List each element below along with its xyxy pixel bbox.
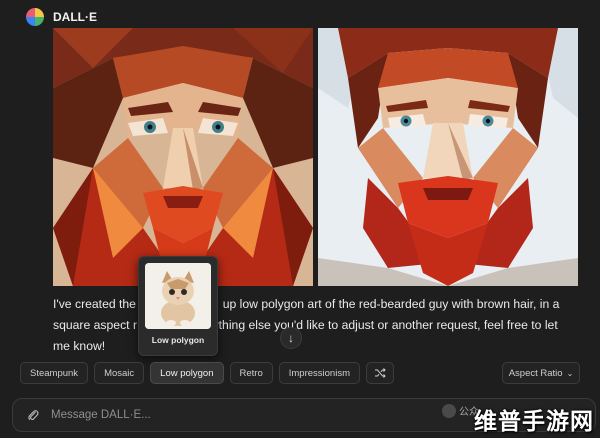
assistant-message: I've created the up low polygon art of t… <box>53 294 583 357</box>
message-input[interactable] <box>51 409 431 421</box>
kitten-preview-image <box>145 263 211 329</box>
scroll-down-button[interactable]: ↓ <box>280 327 302 349</box>
style-chip-bar: Steampunk Mosaic Low polygon Retro Impre… <box>20 362 394 384</box>
aspect-ratio-dropdown[interactable]: Aspect Ratio ⌄ <box>502 362 580 384</box>
message-line-2-start: square aspect r <box>53 318 138 332</box>
message-line-2-end: nything else you'd like to adjust or ano… <box>205 318 558 332</box>
arrow-down-icon: ↓ <box>288 331 294 345</box>
message-line-1-start: I've created the <box>53 297 136 311</box>
chip-low-polygon[interactable]: Low polygon <box>150 362 224 384</box>
wechat-icon <box>442 403 456 418</box>
chip-impressionism[interactable]: Impressionism <box>278 362 360 384</box>
app-title: DALL·E <box>53 10 97 24</box>
message-line-1-end: up low polygon art of the red-bearded gu… <box>222 297 560 311</box>
preview-label: Low polygon <box>151 335 205 345</box>
generated-image-1[interactable] <box>53 28 313 286</box>
shuffle-icon <box>375 368 386 378</box>
message-line-1: I've created the up low polygon art of t… <box>53 294 583 315</box>
paperclip-icon[interactable] <box>27 408 39 422</box>
chip-retro[interactable]: Retro <box>229 362 273 384</box>
aspect-ratio-label: Aspect Ratio <box>508 367 563 379</box>
style-preview-tooltip: Low polygon <box>138 256 218 356</box>
chip-mosaic[interactable]: Mosaic <box>94 362 145 384</box>
dalle-logo-icon <box>26 8 44 26</box>
chevron-down-icon: ⌄ <box>566 368 574 378</box>
message-line-2: square aspect r nything else you'd like … <box>53 315 583 336</box>
watermark-text: 维普手游网 <box>474 409 594 435</box>
chip-steampunk[interactable]: Steampunk <box>20 362 89 384</box>
generated-image-2[interactable] <box>318 28 578 286</box>
message-line-3: me know! <box>53 339 106 353</box>
shuffle-button[interactable] <box>366 362 394 384</box>
